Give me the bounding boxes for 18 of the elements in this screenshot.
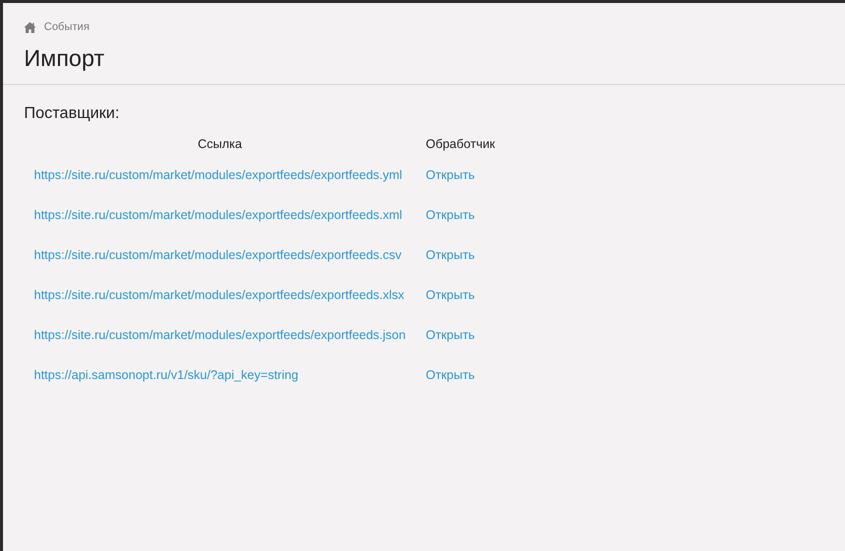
section-title: Поставщики: <box>24 105 120 123</box>
breadcrumb-link[interactable]: События <box>44 21 90 33</box>
open-link[interactable]: Открыть <box>426 208 475 222</box>
feed-url-link[interactable]: https://site.ru/custom/market/modules/exportfeeds/exportfeeds.xlsx <box>34 288 404 302</box>
home-icon <box>24 22 36 32</box>
feed-url-link[interactable]: https://api.samsonopt.ru/v1/sku/?api_key=string <box>34 368 298 382</box>
open-link[interactable]: Открыть <box>426 168 475 182</box>
feed-url-link[interactable]: https://site.ru/custom/market/modules/exportfeeds/exportfeeds.csv <box>34 248 402 262</box>
open-link[interactable]: Открыть <box>426 288 475 302</box>
open-link[interactable]: Открыть <box>426 328 475 342</box>
column-header: Ссылка <box>196 136 243 153</box>
column-header: Обработчик <box>424 136 496 153</box>
feed-url-link[interactable]: https://site.ru/custom/market/modules/exportfeeds/exportfeeds.yml <box>34 168 402 182</box>
open-link[interactable]: Открыть <box>426 248 475 262</box>
open-link[interactable]: Открыть <box>426 368 475 382</box>
page-title: Импорт <box>24 45 106 72</box>
feed-url-link[interactable]: https://site.ru/custom/market/modules/exportfeeds/exportfeeds.json <box>34 328 406 342</box>
feed-url-link[interactable]: https://site.ru/custom/market/modules/exportfeeds/exportfeeds.xml <box>34 208 402 222</box>
